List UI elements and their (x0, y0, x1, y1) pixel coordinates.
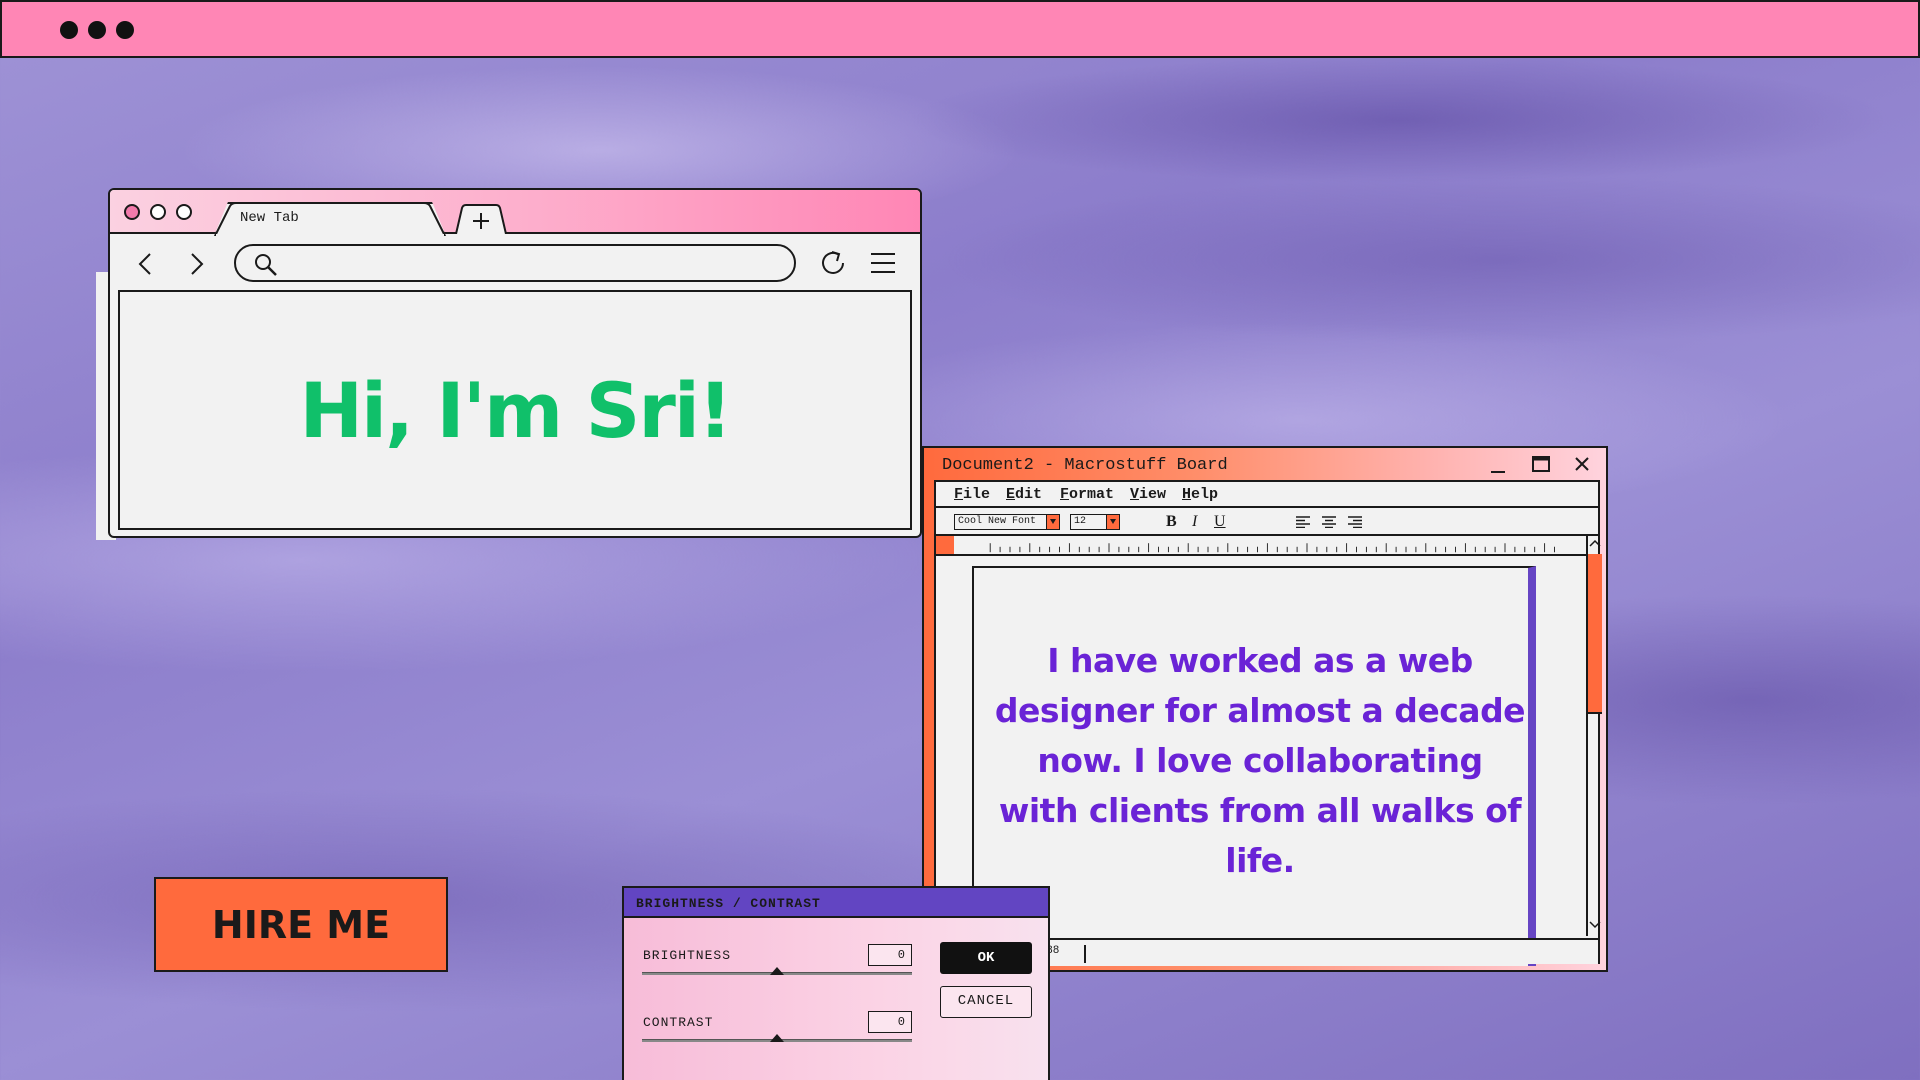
brightness-label: BRIGHTNESS (643, 948, 732, 963)
italic-button[interactable]: I (1192, 513, 1197, 531)
refresh-icon[interactable] (818, 248, 848, 278)
dialog-title: BRIGHTNESS / CONTRAST (624, 888, 1048, 918)
plus-icon[interactable] (454, 204, 508, 234)
document-text[interactable]: I have worked as a web designer for almo… (994, 636, 1526, 886)
ruler (936, 543, 1588, 556)
cancel-button[interactable]: CANCEL (940, 986, 1032, 1018)
menu-file[interactable]: File (954, 486, 990, 503)
contrast-slider[interactable] (642, 1034, 912, 1042)
chevron-up-icon[interactable] (1589, 538, 1601, 550)
underline-button[interactable]: U (1214, 513, 1226, 531)
chevron-down-icon[interactable] (1589, 918, 1601, 930)
align-right-icon[interactable] (1348, 516, 1362, 528)
brightness-value-field[interactable]: 0 (868, 944, 912, 966)
scrollbar-thumb[interactable] (1588, 554, 1602, 714)
hero-headline: Hi, I'm Sri! (299, 365, 732, 455)
font-size-value: 12 (1074, 516, 1087, 527)
dot-icon (60, 21, 78, 39)
browser-viewport: Hi, I'm Sri! (118, 290, 912, 530)
document-toolbar: Cool New Font 12 B I U (936, 508, 1598, 536)
document-page: I have worked as a web designer for almo… (972, 566, 1536, 966)
document-menu-bar: File Edit Format View Help (936, 482, 1598, 508)
contrast-value-field[interactable]: 0 (868, 1011, 912, 1033)
browser-window: New Tab Hi, I'm Sri! (108, 188, 922, 538)
hamburger-menu-icon[interactable] (870, 252, 896, 274)
browser-tab-bar: New Tab (110, 190, 920, 236)
chevron-down-icon (1106, 515, 1119, 529)
search-icon (255, 254, 277, 276)
maximize-icon[interactable] (1532, 456, 1550, 472)
bold-button[interactable]: B (1166, 513, 1177, 531)
forward-icon[interactable] (190, 252, 204, 276)
ok-button[interactable]: OK (940, 942, 1032, 974)
maximize-window-icon[interactable] (176, 204, 192, 220)
close-window-icon[interactable] (124, 204, 140, 220)
font-family-value: Cool New Font (958, 516, 1037, 527)
dot-icon (88, 21, 106, 39)
font-family-select[interactable]: Cool New Font (954, 514, 1060, 530)
font-size-select[interactable]: 12 (1070, 514, 1120, 530)
minimize-icon[interactable] (1490, 458, 1506, 474)
menu-help[interactable]: Help (1182, 486, 1218, 503)
document-title: Document2 - Macrostuff Board (942, 456, 1228, 475)
browser-nav-row (110, 234, 920, 286)
contrast-label: CONTRAST (643, 1015, 714, 1030)
hire-me-button[interactable]: HIRE ME (154, 877, 448, 972)
back-icon[interactable] (138, 252, 152, 276)
brightness-contrast-dialog: BRIGHTNESS / CONTRAST BRIGHTNESS 0 CONTR… (622, 886, 1050, 1080)
minimize-window-icon[interactable] (150, 204, 166, 220)
chevron-down-icon (1046, 515, 1059, 529)
address-bar[interactable] (234, 244, 796, 282)
close-icon[interactable] (1574, 456, 1590, 472)
brightness-slider[interactable] (642, 967, 912, 975)
vertical-scrollbar[interactable] (1586, 536, 1602, 936)
top-menu-bar (0, 0, 1920, 58)
menu-view[interactable]: View (1130, 486, 1166, 503)
align-center-icon[interactable] (1322, 516, 1336, 528)
dot-icon (116, 21, 134, 39)
tab-label: New Tab (240, 210, 299, 226)
brightness-slider-thumb[interactable] (770, 967, 784, 975)
menu-edit[interactable]: Edit (1006, 486, 1042, 503)
align-left-icon[interactable] (1296, 516, 1310, 528)
menu-format[interactable]: Format (1060, 486, 1114, 503)
contrast-slider-thumb[interactable] (770, 1034, 784, 1042)
